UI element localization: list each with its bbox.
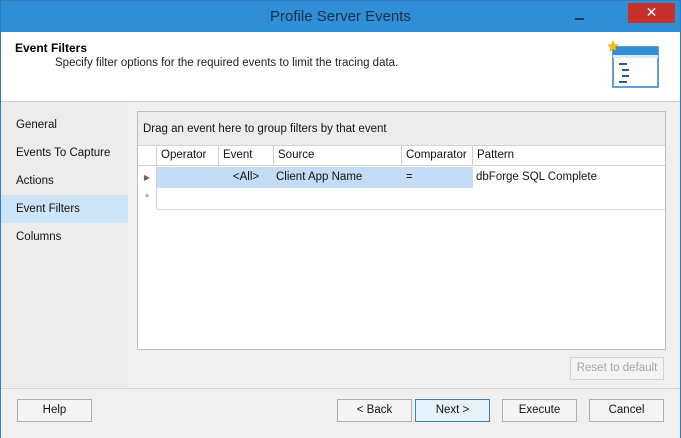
column-header-source[interactable]: Source (274, 146, 402, 166)
nav-item-actions[interactable]: Actions (1, 167, 128, 195)
new-row[interactable] (157, 188, 665, 209)
cancel-button[interactable]: Cancel (589, 399, 664, 422)
filters-grid[interactable]: Drag an event here to group filters by t… (137, 111, 666, 350)
title-bar[interactable]: Profile Server Events ✕ (1, 1, 680, 32)
new-row-indicator-icon: * (138, 188, 157, 209)
content-area: Drag an event here to group filters by t… (129, 102, 680, 387)
column-header-comparator[interactable]: Comparator (402, 146, 473, 166)
nav-item-columns[interactable]: Columns (1, 223, 128, 251)
cell-pattern[interactable]: dbForge SQL Complete (473, 167, 665, 188)
minimize-icon[interactable] (574, 10, 586, 22)
cell-comparator[interactable]: = (402, 167, 473, 188)
page-subtitle: Specify filter options for the required … (55, 57, 399, 69)
column-header-operator[interactable]: Operator (157, 146, 219, 166)
wizard-header: Event Filters Specify filter options for… (1, 32, 680, 102)
cell-event[interactable]: <All> (219, 167, 274, 188)
page-title: Event Filters (15, 41, 88, 55)
execute-button[interactable]: Execute (502, 399, 577, 422)
profile-server-events-dialog: Profile Server Events ✕ Event Filters Sp… (0, 0, 681, 438)
nav-item-events-to-capture[interactable]: Events To Capture (1, 139, 128, 167)
cell-source[interactable]: Client App Name (274, 167, 402, 188)
close-button[interactable]: ✕ (628, 3, 675, 23)
row-divider (157, 209, 665, 210)
column-header-pattern[interactable]: Pattern (473, 146, 665, 166)
group-by-panel[interactable]: Drag an event here to group filters by t… (138, 112, 665, 146)
column-header-event[interactable]: Event (219, 146, 274, 166)
group-hint-text: Drag an event here to group filters by t… (143, 123, 387, 135)
cell-operator[interactable] (157, 167, 219, 188)
next-button[interactable]: Next > (415, 399, 490, 422)
help-button[interactable]: Help (17, 399, 92, 422)
header-corner (138, 146, 157, 166)
nav-item-general[interactable]: General (1, 111, 128, 139)
wizard-footer: Help < Back Next > Execute Cancel (1, 388, 680, 438)
nav-item-event-filters[interactable]: Event Filters (1, 195, 128, 223)
wizard-nav: General Events To Capture Actions Event … (1, 102, 128, 387)
reset-to-default-button[interactable]: Reset to default (570, 357, 664, 380)
back-button[interactable]: < Back (337, 399, 412, 422)
filter-document-icon (607, 40, 659, 88)
current-row-indicator-icon: ▶ (138, 167, 157, 188)
